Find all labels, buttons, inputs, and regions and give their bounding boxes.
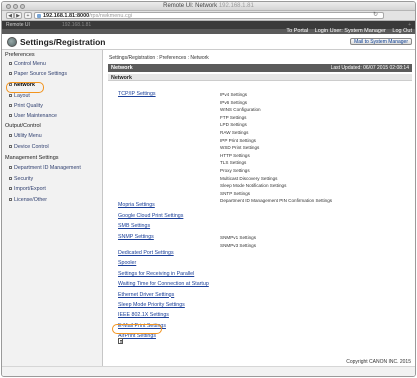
- setting-link[interactable]: Mopria Settings: [118, 202, 155, 208]
- bullet-icon: [9, 62, 12, 65]
- app-header: To Portal Login User: System Manager Log…: [2, 28, 415, 50]
- sidebar-heading-management-settings: Management Settings: [5, 155, 59, 161]
- bullet-icon: [9, 177, 12, 180]
- setting-link[interactable]: Ethernet Driver Settings: [118, 292, 174, 298]
- tab-remote-ui[interactable]: Remote UI: [6, 22, 30, 28]
- sidebar-item-department-id-management[interactable]: Department ID Management: [9, 165, 81, 171]
- url-path: /rps/nwkmenu.cgi: [89, 13, 132, 19]
- sidebar-item-security[interactable]: Security: [9, 176, 33, 182]
- sidebar-item-license-other[interactable]: License/Other: [9, 197, 47, 203]
- setting-link[interactable]: SMB Settings: [118, 223, 150, 229]
- add-bookmark-button[interactable]: +: [24, 12, 32, 19]
- address-bar: ◀ ▶ + 192.168.1.81:8000/rps/nwkmenu.cgi …: [2, 11, 415, 21]
- section-header-bar: Network Last Updated: 06/07 2015 02:08:1…: [108, 64, 412, 72]
- subheader-label: Network: [111, 75, 132, 81]
- sidebar-heading-preferences: Preferences: [5, 52, 35, 58]
- tcpip-sub-item: Department ID Management PIN Confirmatio…: [220, 198, 333, 204]
- sidebar-item-device-control[interactable]: Device Control: [9, 144, 49, 150]
- tcpip-sub-item: IPv4 Settings: [220, 92, 248, 97]
- site-icon: [37, 14, 41, 18]
- snmp-settings-link[interactable]: SNMP Settings: [118, 234, 154, 240]
- bullet-icon: [9, 94, 12, 97]
- tcpip-sub-item: RAW Settings: [220, 130, 249, 135]
- network-highlight-ring: [6, 82, 44, 93]
- window-titlebar: Remote UI: Network 192.168.1.81: [2, 2, 415, 11]
- bullet-icon: [9, 114, 12, 117]
- copyright-text: Copyright CANON INC. 2015: [346, 359, 411, 365]
- sidebar-item-layout[interactable]: Layout: [9, 93, 30, 99]
- tab-address[interactable]: 192.168.1.81: [62, 22, 91, 28]
- bullet-icon: [9, 198, 12, 201]
- sidebar-item-user-maintenance[interactable]: User Maintenance: [9, 113, 57, 119]
- bullet-icon: [9, 166, 12, 169]
- settings-logo-icon: [7, 37, 17, 47]
- sidebar-item-control-menu[interactable]: Control Menu: [9, 61, 46, 67]
- header-topline: To Portal Login User: System Manager Log…: [2, 28, 415, 34]
- airprint-highlight-ring: [112, 324, 162, 334]
- setting-link[interactable]: Settings for Receiving in Parallel: [118, 271, 194, 277]
- main-content: Settings/Registration : Preferences : Ne…: [104, 50, 415, 366]
- reload-icon[interactable]: ↻: [373, 11, 378, 18]
- sidebar-item-print-quality[interactable]: Print Quality: [9, 103, 43, 109]
- tcpip-sub-item: TLS Settings: [220, 160, 247, 166]
- logout-link[interactable]: Log Out: [392, 28, 412, 34]
- setting-link[interactable]: Spooler: [118, 260, 136, 266]
- back-button[interactable]: ◀: [6, 12, 14, 19]
- tcpip-sub-item: WINS Configuration: [220, 107, 261, 113]
- tcpip-sub-item: WSD Print Settings: [220, 145, 260, 151]
- sidebar-item-paper-source-settings[interactable]: Paper Source Settings: [9, 71, 67, 77]
- sidebar-heading-output-control: Output/Control: [5, 123, 41, 129]
- tcpip-settings-link[interactable]: TCP/IP Settings: [118, 91, 156, 97]
- tcpip-sub-item: IPP Print Settings: [220, 137, 256, 143]
- forward-button[interactable]: ▶: [14, 12, 22, 19]
- setting-link[interactable]: Sleep Mode Priority Settings: [118, 302, 185, 308]
- sidebar-item-import-export[interactable]: Import/Export: [9, 186, 46, 192]
- status-bar: [2, 366, 415, 376]
- tcpip-sub-item: LPD Settings: [220, 122, 247, 128]
- tcpip-sub-item: Sleep Mode Notification Settings: [220, 183, 287, 189]
- snmp-sub-item: SNMPv1 Settings: [220, 235, 256, 240]
- setting-link[interactable]: Waiting Time for Connection at Startup: [118, 281, 209, 287]
- section-title: Network: [111, 65, 133, 71]
- url-field[interactable]: 192.168.1.81:8000/rps/nwkmenu.cgi: [34, 12, 384, 19]
- document-icon[interactable]: [118, 338, 123, 344]
- sidebar-item-utility-menu[interactable]: Utility Menu: [9, 133, 42, 139]
- login-user-label: Login User: System Manager: [314, 28, 386, 34]
- bullet-icon: [9, 134, 12, 137]
- tcpip-sub-item: Multicast Discovery Settings: [220, 175, 278, 181]
- snmp-sub-item: SNMPv3 Settings: [220, 243, 256, 248]
- breadcrumb: Settings/Registration : Preferences : Ne…: [109, 55, 209, 61]
- sidebar: Preferences Control Menu Paper Source Se…: [2, 50, 103, 366]
- page-title: Settings/Registration: [20, 37, 106, 47]
- airprint-settings-link[interactable]: AirPrint Settings: [118, 333, 156, 339]
- tcpip-sub-item: SNTP Settings: [220, 190, 251, 196]
- bullet-icon: [9, 145, 12, 148]
- network-subheader: Network: [108, 74, 412, 81]
- tcpip-sub-item: HTTP Settings: [220, 152, 250, 158]
- setting-link[interactable]: Dedicated Port Settings: [118, 250, 174, 256]
- bullet-icon: [9, 72, 12, 75]
- header-links: To Portal Login User: System Manager Log…: [281, 28, 412, 34]
- last-updated-label: Last Updated: 06/07 2015 02:08:14: [330, 65, 409, 71]
- to-portal-link[interactable]: To Portal: [286, 28, 308, 34]
- setting-link[interactable]: Google Cloud Print Settings: [118, 213, 183, 219]
- tcpip-sub-item: IPv6 Settings: [220, 99, 248, 105]
- bullet-icon: [9, 187, 12, 190]
- window-title: Remote UI: Network 192.168.1.81: [163, 3, 254, 9]
- tcpip-sub-item: Proxy Settings: [220, 168, 250, 173]
- setting-link[interactable]: IEEE 802.1X Settings: [118, 312, 169, 318]
- bullet-icon: [9, 104, 12, 107]
- mail-to-system-manager-button[interactable]: Mail to System Manager: [350, 38, 412, 45]
- browser-window: Remote UI: Network 192.168.1.81 ◀ ▶ + 19…: [1, 1, 416, 377]
- url-host: 192.168.1.81:8000: [43, 13, 90, 19]
- tcpip-sub-item: FTP Settings: [220, 114, 247, 120]
